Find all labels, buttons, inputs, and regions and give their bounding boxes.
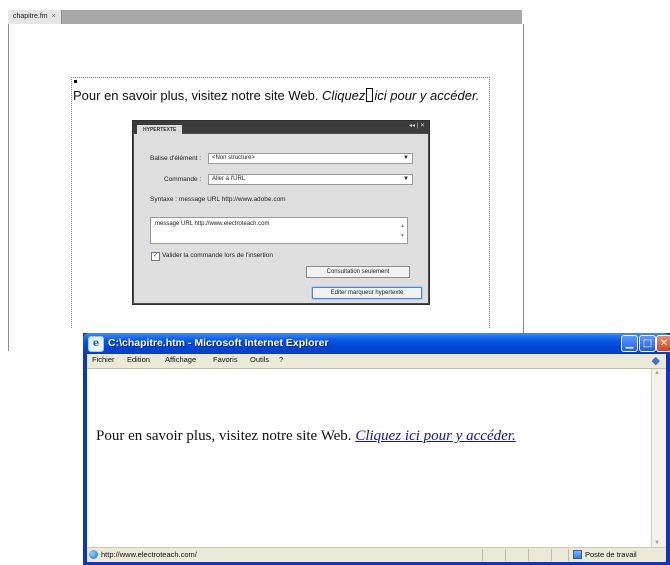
ie-window-title: C:\chapitre.htm - Microsoft Internet Exp… xyxy=(108,337,329,349)
menu-affichage[interactable]: Affichage xyxy=(165,355,196,364)
ie-page-content: Pour en savoir plus, visitez notre site … xyxy=(87,369,652,547)
ie-status-bar: http://www.electroteach.com/ Poste de tr… xyxy=(87,547,666,562)
element-tag-dropdown[interactable]: <Non structuré> ▼ xyxy=(208,153,413,164)
status-divider xyxy=(528,549,529,561)
status-divider xyxy=(551,549,552,561)
fm-sentence-text: Pour en savoir plus, visitez notre site … xyxy=(73,88,323,103)
syntax-value: message URL http://www.electroteach.com xyxy=(155,221,270,227)
syntax-textarea[interactable]: message URL http://www.electroteach.com … xyxy=(150,217,408,244)
minimize-button[interactable]: ▁ xyxy=(621,335,638,352)
syntax-label: Syntaxe : message URL http://www.adobe.c… xyxy=(150,196,286,203)
command-value: Aller à l'URL xyxy=(212,176,246,182)
fm-tab-bar: chapitre.fm × xyxy=(8,10,522,24)
menu-outils[interactable]: Outils xyxy=(250,355,269,364)
validate-checkbox[interactable]: ✓ xyxy=(151,252,160,261)
ie-vertical-scrollbar[interactable]: ▲ ▼ xyxy=(652,369,666,547)
ie-page-text: Pour en savoir plus, visitez notre site … xyxy=(96,428,356,444)
tab-label: chapitre.fm xyxy=(13,13,48,20)
close-button[interactable]: ✕ xyxy=(656,335,670,352)
fm-paragraph[interactable]: Pour en savoir plus, visitez notre site … xyxy=(73,88,479,103)
ie-paragraph: Pour en savoir plus, visitez notre site … xyxy=(96,428,516,445)
ie-page-icon xyxy=(89,550,98,559)
menu-favoris[interactable]: Favoris xyxy=(213,355,238,364)
ie-menu-bar: Fichier Edition Affichage Favoris Outils… xyxy=(87,354,666,369)
dialog-body: Balise d'élément : <Non structuré> ▼ Com… xyxy=(134,134,428,303)
hypertext-dialog: HYPERTEXTE ◂◂ | ✕ Balise d'élément : <No… xyxy=(132,120,430,305)
lookup-only-button[interactable]: Consultation seulement xyxy=(306,266,410,278)
menu-edition[interactable]: Edition xyxy=(127,355,150,364)
status-divider xyxy=(568,549,569,561)
ie-page-link[interactable]: Cliquez ici pour y accéder. xyxy=(355,428,515,444)
scroll-down-icon[interactable]: ▼ xyxy=(654,540,660,546)
status-divider xyxy=(505,549,506,561)
element-tag-value: <Non structuré> xyxy=(212,155,256,161)
element-tag-label: Balise d'élément : xyxy=(150,155,202,162)
status-divider xyxy=(482,549,483,561)
fm-link-text-part2: ici pour y accéder. xyxy=(374,88,480,103)
scroll-arrows-icon[interactable]: ▲ ▼ xyxy=(400,221,405,241)
status-zone: Poste de travail xyxy=(585,550,637,559)
menu-fichier[interactable]: Fichier xyxy=(92,355,115,364)
command-dropdown[interactable]: Aller à l'URL ▼ xyxy=(208,174,413,185)
windows-logo-icon: ◆ xyxy=(651,354,660,367)
ie-app-icon[interactable]: e xyxy=(88,336,104,352)
scroll-up-icon[interactable]: ▲ xyxy=(654,370,660,376)
ie-window: e C:\chapitre.htm - Microsoft Internet E… xyxy=(83,333,670,565)
validate-label: Valider la commande lors de l'insertion xyxy=(162,252,273,259)
tab-chapitre-fm[interactable]: chapitre.fm × xyxy=(8,10,62,24)
ie-title-bar[interactable]: e C:\chapitre.htm - Microsoft Internet E… xyxy=(83,333,670,354)
hypertext-marker-icon[interactable] xyxy=(366,88,374,102)
menu-help[interactable]: ? xyxy=(279,355,283,364)
dialog-controls-icon[interactable]: ◂◂ | ✕ xyxy=(409,122,425,129)
command-label: Commande : xyxy=(164,176,202,183)
fm-link-text-part1: Cliquez xyxy=(322,88,366,103)
chevron-down-icon: ▼ xyxy=(403,155,409,161)
status-url: http://www.electroteach.com/ xyxy=(101,550,197,559)
maximize-button[interactable]: □ xyxy=(639,335,656,352)
tab-close-icon[interactable]: × xyxy=(52,13,56,20)
chevron-down-icon: ▼ xyxy=(403,176,409,182)
computer-zone-icon xyxy=(573,550,582,559)
frame-anchor-icon xyxy=(74,80,77,83)
dialog-header: HYPERTEXTE ◂◂ | ✕ xyxy=(133,121,429,135)
edit-hypertext-marker-button[interactable]: Editer marqueur hypertexte xyxy=(312,287,422,299)
